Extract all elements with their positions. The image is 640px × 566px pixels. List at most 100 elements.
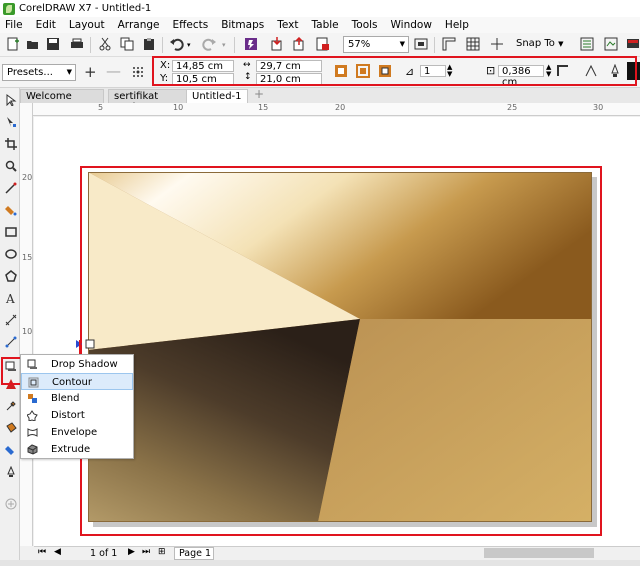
interactive-fill-tool-icon[interactable] (5, 422, 17, 434)
pick-tool-icon[interactable] (5, 94, 17, 106)
horizontal-ruler[interactable]: 5 10 15 20 25 30 (28, 103, 640, 116)
rectangle-tool-icon[interactable] (5, 226, 17, 238)
export-icon[interactable] (292, 37, 306, 51)
search-content-icon[interactable] (244, 37, 258, 51)
menu-effects[interactable]: Effects (166, 19, 215, 31)
remove-preset-button[interactable]: — (106, 62, 121, 80)
tab-sertifikat[interactable]: sertifikat 5.cdr (108, 89, 192, 113)
last-page-icon[interactable]: ⏭ (142, 547, 150, 557)
menu-table[interactable]: Table (305, 19, 345, 31)
print-icon[interactable] (70, 37, 84, 51)
menu-help[interactable]: Help (439, 19, 476, 31)
to-center-icon[interactable] (334, 64, 348, 78)
flyout-envelope[interactable]: Envelope (21, 424, 133, 441)
x-position-field[interactable]: 14,85 cm (172, 60, 234, 72)
menu-window[interactable]: Window (385, 19, 439, 31)
horizontal-scrollbar-thumb[interactable] (484, 548, 594, 558)
outside-contour-icon[interactable] (378, 64, 392, 78)
flyout-extrude[interactable]: Extrude (21, 441, 133, 458)
inside-contour-icon[interactable] (356, 64, 370, 78)
previous-page-icon[interactable]: ◀ (54, 547, 61, 557)
zoom-tool-icon[interactable] (5, 160, 17, 172)
crop-tool-icon[interactable] (5, 138, 17, 150)
cut-icon[interactable] (98, 37, 112, 51)
contour-handle-icon[interactable] (75, 339, 95, 349)
flyout-contour[interactable]: Contour (21, 373, 133, 390)
vertical-ruler[interactable]: 20 15 10 (20, 103, 33, 546)
new-document-icon[interactable] (6, 37, 20, 51)
ellipse-tool-icon[interactable] (5, 248, 17, 260)
copy-icon[interactable] (120, 37, 134, 51)
redo-icon[interactable] (202, 37, 216, 51)
show-guidelines-icon[interactable] (490, 37, 504, 51)
menu-layout[interactable]: Layout (63, 19, 112, 31)
flyout-label: Contour (52, 377, 92, 388)
zoom-level-select[interactable]: 57% ▼ (343, 36, 409, 53)
open-icon[interactable] (26, 37, 40, 51)
width-field[interactable]: 29,7 cm (256, 60, 322, 72)
conical-gradient-rectangle[interactable] (88, 172, 592, 522)
menu-bitmaps[interactable]: Bitmaps (215, 19, 271, 31)
chevron-down-icon: ▼ (558, 40, 564, 48)
freehand-tool-icon[interactable] (5, 182, 17, 194)
object-origin-icon[interactable] (132, 66, 144, 78)
menu-file[interactable]: File (0, 19, 30, 31)
contour-offset-field[interactable]: 0,386 cm (498, 65, 544, 88)
x-label: X: (160, 60, 171, 71)
show-rulers-icon[interactable] (442, 37, 456, 51)
snap-to-button[interactable]: Snap To ▼ (516, 38, 563, 49)
undo-dropdown-icon[interactable]: ▾ (187, 41, 191, 49)
document-tabs: Welcome Screen sertifikat 5.cdr Untitled… (20, 87, 640, 113)
add-page-icon[interactable]: ⊞ (158, 547, 166, 557)
connector-tool-icon[interactable] (5, 336, 17, 348)
smart-fill-tool-icon[interactable] (5, 204, 17, 216)
publish-pdf-icon[interactable] (316, 37, 330, 51)
new-tab-plus-icon[interactable]: + (254, 87, 264, 101)
drop-shadow-tool-icon[interactable] (5, 360, 17, 372)
transparency-tool-icon[interactable] (5, 378, 17, 390)
presets-select[interactable]: Presets... ▼ (2, 64, 76, 81)
outline-pen-tool-icon[interactable] (5, 466, 17, 478)
tab-welcome-screen[interactable]: Welcome Screen (20, 89, 104, 113)
parallel-dimension-tool-icon[interactable] (5, 314, 17, 326)
height-field[interactable]: 21,0 cm (256, 73, 322, 85)
contour-color-icon[interactable] (584, 64, 598, 78)
color-eyedropper-tool-icon[interactable] (5, 400, 17, 412)
text-tool-icon[interactable]: A (5, 292, 17, 304)
menu-text[interactable]: Text (271, 19, 305, 31)
paste-icon[interactable] (142, 37, 156, 51)
undo-icon[interactable] (170, 37, 184, 51)
full-screen-preview-icon[interactable] (414, 37, 428, 51)
import-icon[interactable] (270, 37, 284, 51)
steps-spinner-icon[interactable]: ▲ ▼ (447, 64, 452, 78)
flyout-distort[interactable]: Distort (21, 407, 133, 424)
y-position-field[interactable]: 10,5 cm (172, 73, 234, 85)
polygon-tool-icon[interactable] (5, 270, 17, 282)
outline-pen-icon[interactable] (608, 64, 622, 78)
contour-corners-icon[interactable] (556, 64, 570, 78)
show-grid-icon[interactable] (466, 37, 480, 51)
page-1-tab[interactable]: Page 1 (174, 547, 214, 560)
application-launcher-icon[interactable] (604, 37, 618, 51)
smart-fill-icon[interactable] (5, 444, 17, 456)
flyout-drop-shadow[interactable]: Drop Shadow (21, 356, 133, 373)
flyout-blend[interactable]: Blend (21, 390, 133, 407)
flyout-label: Distort (51, 410, 85, 421)
tab-untitled-1[interactable]: Untitled-1 (186, 89, 248, 103)
menu-tools[interactable]: Tools (346, 19, 385, 31)
redo-dropdown-icon[interactable]: ▾ (222, 41, 226, 49)
zoom-level-value: 57% (348, 39, 371, 50)
offset-spinner-icon[interactable]: ▲ ▼ (546, 64, 551, 78)
fill-color-swatch[interactable] (627, 62, 640, 80)
welcome-screen-icon[interactable] (626, 37, 640, 51)
customize-toolbox-icon[interactable] (5, 498, 17, 510)
save-icon[interactable] (46, 37, 60, 51)
first-page-icon[interactable]: ⏮ (38, 547, 46, 557)
next-page-icon[interactable]: ▶ (128, 547, 135, 557)
menu-arrange[interactable]: Arrange (112, 19, 167, 31)
menu-edit[interactable]: Edit (30, 19, 63, 31)
shape-tool-icon[interactable] (5, 116, 17, 128)
add-preset-button[interactable]: + (84, 63, 97, 81)
options-icon[interactable] (580, 37, 594, 51)
contour-steps-field[interactable]: 1 (420, 65, 446, 77)
